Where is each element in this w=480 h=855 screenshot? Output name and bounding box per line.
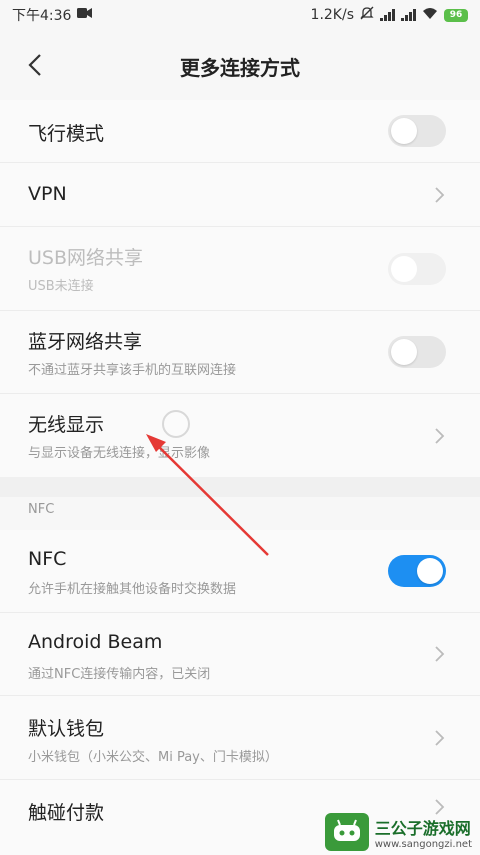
signal-icon-1	[380, 9, 395, 21]
top-bar: 更多连接方式	[0, 30, 480, 100]
page-title: 更多连接方式	[180, 56, 300, 80]
mute-bell-icon	[360, 6, 374, 24]
row-usb-tethering: USB网络共享 USB未连接	[0, 227, 480, 311]
row-nfc[interactable]: NFC 允许手机在接触其他设备时交换数据	[0, 530, 480, 613]
watermark-logo-icon	[324, 813, 369, 851]
video-record-icon	[77, 7, 93, 23]
row-title: 触碰付款	[28, 802, 105, 824]
row-android-beam[interactable]: Android Beam 通过NFC连接传输内容，已关闭	[0, 613, 480, 696]
network-speed: 1.2K/s	[310, 7, 354, 23]
bluetooth-tethering-toggle[interactable]	[388, 336, 446, 368]
touch-indicator	[162, 410, 190, 438]
row-default-wallet[interactable]: 默认钱包 小米钱包（小米公交、Mi Pay、门卡模拟）	[0, 696, 480, 780]
airplane-mode-toggle[interactable]	[388, 115, 446, 147]
watermark-url: www.sangongzi.net	[374, 838, 472, 850]
row-bluetooth-tethering[interactable]: 蓝牙网络共享 不通过蓝牙共享该手机的互联网连接	[0, 311, 480, 394]
chevron-right-icon	[435, 186, 445, 203]
row-subtitle: 允许手机在接触其他设备时交换数据	[28, 582, 237, 597]
row-title: 蓝牙网络共享	[28, 331, 143, 353]
settings-section-nfc: NFC 允许手机在接触其他设备时交换数据 Android Beam 通过NFC连…	[0, 530, 480, 855]
section-divider	[0, 477, 480, 497]
signal-icon-2	[401, 9, 416, 21]
nfc-toggle[interactable]	[388, 555, 446, 587]
status-time: 下午4:36	[12, 8, 72, 24]
row-title: Android Beam	[28, 631, 163, 653]
wifi-icon	[422, 7, 438, 24]
row-subtitle: 小米钱包（小米公交、Mi Pay、门卡模拟）	[28, 750, 278, 765]
row-title: 无线显示	[28, 414, 105, 436]
row-subtitle: 通过NFC连接传输内容，已关闭	[28, 667, 211, 682]
watermark-text: 三公子游戏网 www.sangongzi.net	[375, 815, 472, 850]
row-title: 飞行模式	[28, 123, 105, 145]
watermark: 三公子游戏网 www.sangongzi.net	[324, 813, 472, 851]
row-title: VPN	[28, 183, 67, 205]
row-subtitle: USB未连接	[28, 279, 94, 294]
status-right: 1.2K/s 96	[311, 6, 468, 24]
nfc-section-header: NFC	[28, 502, 55, 517]
settings-section-top: 飞行模式 VPN USB网络共享 USB未连接 蓝牙网络共享 不通过蓝牙共享该手…	[0, 100, 480, 477]
usb-tethering-toggle	[388, 252, 446, 285]
row-subtitle: 与显示设备无线连接，显示影像	[28, 446, 211, 461]
row-title: 默认钱包	[28, 718, 105, 740]
battery-icon: 96	[444, 8, 468, 22]
row-wireless-display[interactable]: 无线显示 与显示设备无线连接，显示影像	[0, 394, 480, 477]
status-bar: 下午4:36 1.2K/s 96	[0, 0, 480, 30]
row-title: NFC	[28, 548, 67, 570]
chevron-right-icon	[435, 646, 445, 662]
chevron-right-icon	[435, 729, 445, 746]
row-vpn[interactable]: VPN	[0, 163, 480, 227]
status-left: 下午4:36	[12, 5, 93, 25]
chevron-right-icon	[435, 427, 445, 444]
row-airplane-mode[interactable]: 飞行模式	[0, 100, 480, 163]
watermark-title: 三公子游戏网	[374, 818, 471, 838]
row-title: USB网络共享	[28, 247, 144, 269]
row-subtitle: 不通过蓝牙共享该手机的互联网连接	[28, 363, 237, 378]
